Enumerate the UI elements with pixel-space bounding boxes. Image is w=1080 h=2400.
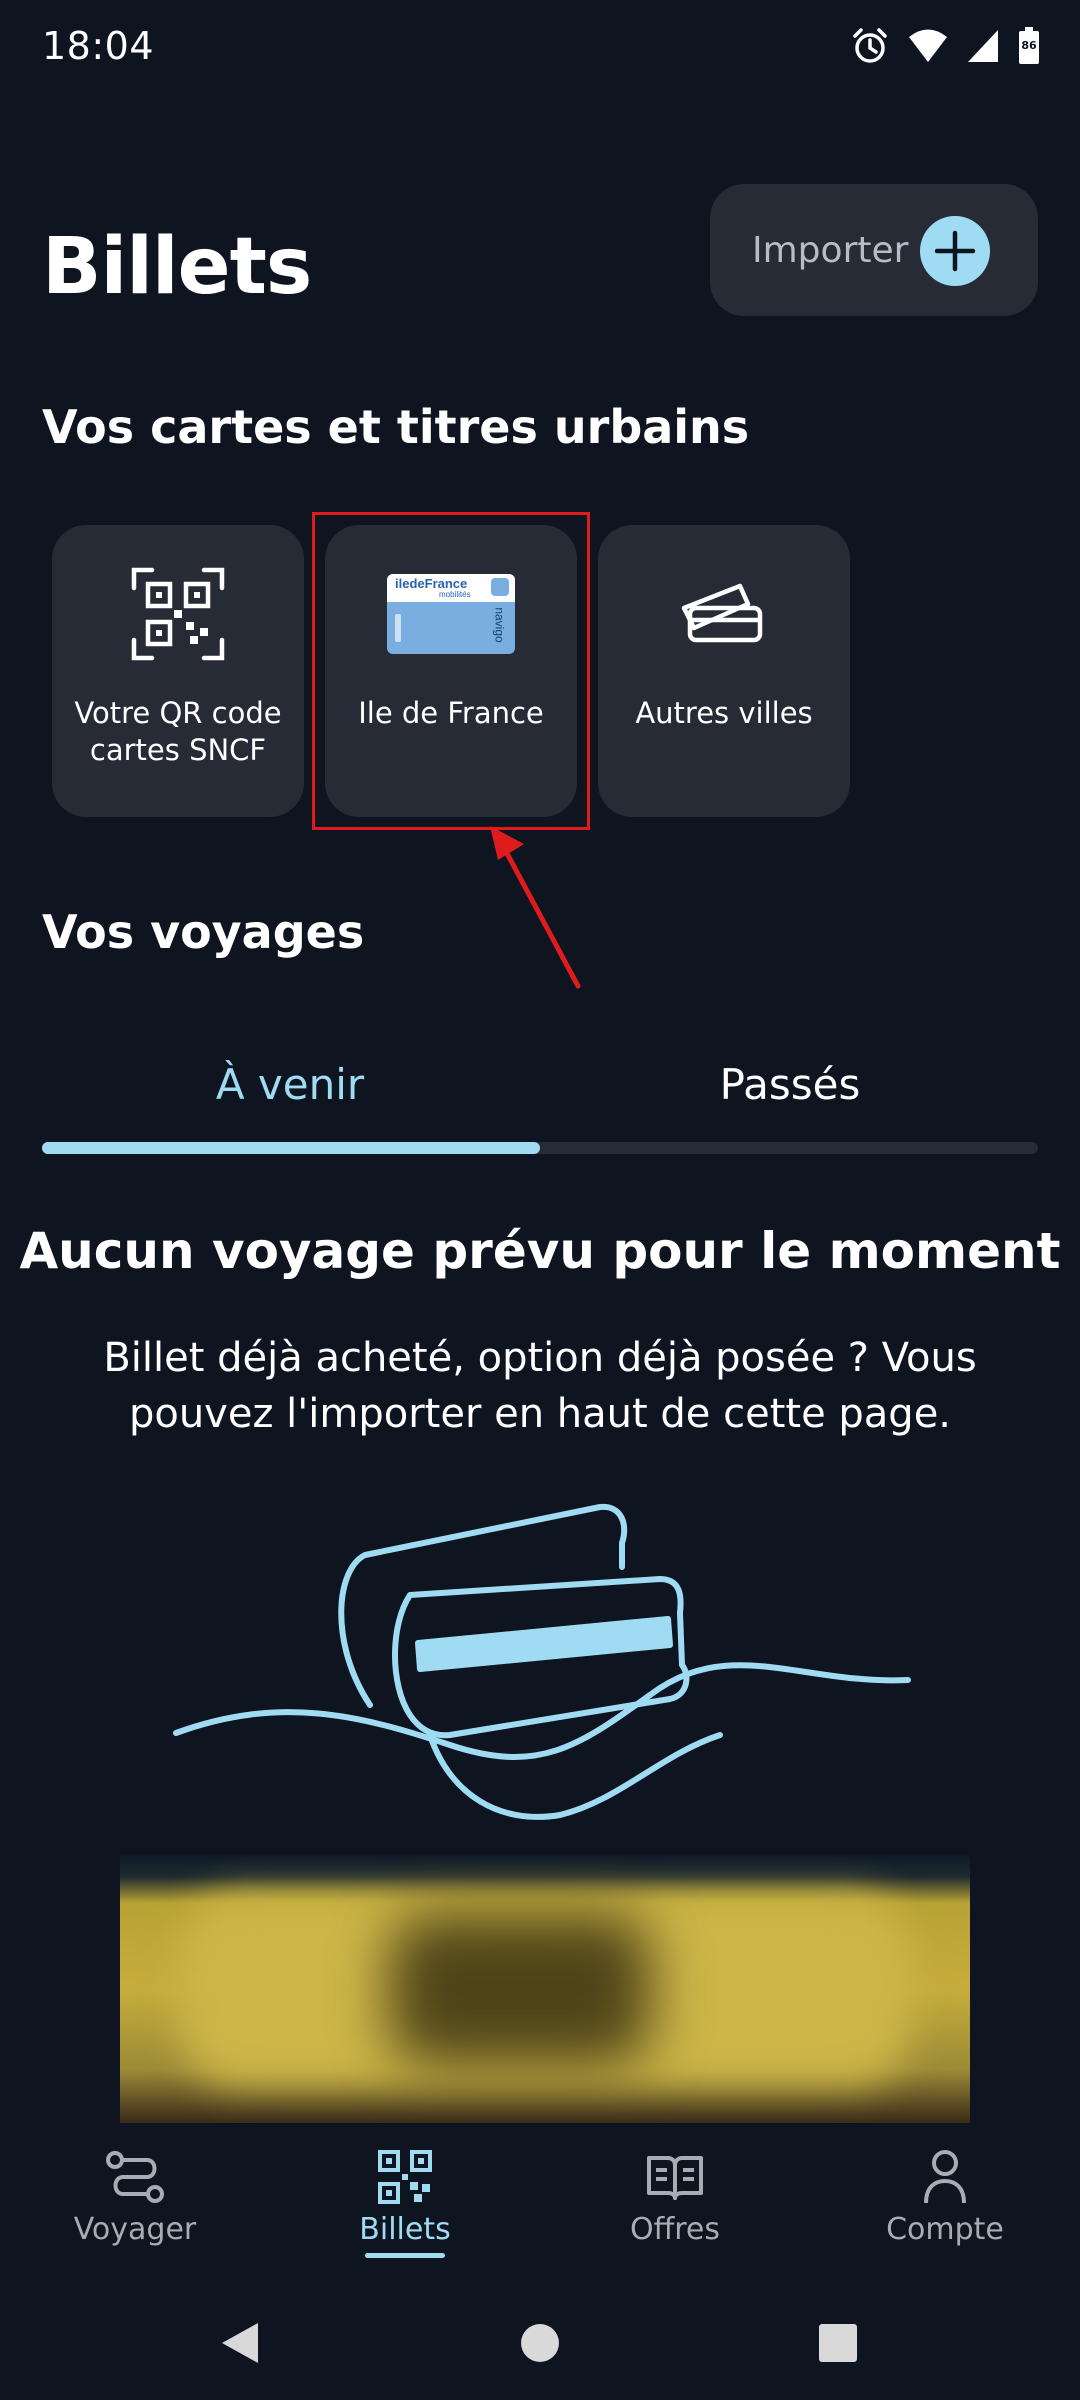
person-icon (913, 2148, 977, 2206)
plus-icon (920, 216, 990, 286)
signal-icon (968, 30, 998, 62)
route-icon (103, 2148, 167, 2206)
nav-active-underline (365, 2253, 445, 2258)
book-icon (643, 2148, 707, 2206)
nav-label: Voyager (73, 2212, 197, 2247)
voyages-section-title: Vos voyages (42, 905, 365, 959)
nav-voyager[interactable]: Voyager (0, 2148, 270, 2247)
tab-a-venir[interactable]: À venir (40, 1060, 540, 1109)
nav-label: Offres (629, 2212, 721, 2247)
system-back-button[interactable] (200, 2303, 280, 2383)
nav-label: Compte (886, 2212, 1004, 2247)
card-label: Votre QR code cartes SNCF (74, 696, 282, 767)
qr-code-icon (108, 559, 248, 669)
nav-label: Billets (359, 2212, 451, 2247)
cards-section-title: Vos cartes et titres urbains (42, 400, 750, 454)
status-icons: 86 (850, 26, 1040, 66)
alarm-icon (853, 28, 887, 63)
banner-blur-shape (390, 1915, 650, 2065)
annotation-arrow (490, 826, 581, 989)
nav-billets[interactable]: Billets (270, 2148, 540, 2258)
promo-banner[interactable] (120, 1855, 970, 2123)
card-label: Autres villes (635, 696, 813, 730)
system-home-button[interactable] (500, 2303, 580, 2383)
card-autres-villes[interactable]: Autres villes (598, 525, 850, 817)
battery-icon: 86 (1018, 27, 1040, 65)
status-time: 18:04 (42, 24, 155, 68)
tickets-icon (654, 559, 794, 669)
back-triangle-icon (222, 2323, 258, 2363)
battery-level: 86 (1021, 39, 1037, 52)
card-qr-sncf[interactable]: Votre QR code cartes SNCF (52, 525, 304, 817)
tab-indicator (42, 1142, 540, 1154)
empty-state-title: Aucun voyage prévu pour le moment (19, 1222, 1061, 1280)
qr-code-icon (373, 2148, 437, 2206)
nav-compte[interactable]: Compte (810, 2148, 1080, 2247)
tickets-illustration (173, 1503, 911, 1820)
tab-passes[interactable]: Passés (540, 1060, 1040, 1109)
wifi-icon (909, 29, 947, 62)
highlight-box (312, 512, 590, 830)
home-circle-icon (521, 2324, 559, 2362)
page-title: Billets (42, 222, 312, 312)
nav-offres[interactable]: Offres (540, 2148, 810, 2247)
recents-square-icon (819, 2324, 857, 2362)
import-button[interactable]: Importer (710, 184, 1038, 316)
import-label: Importer (752, 229, 909, 271)
system-recents-button[interactable] (798, 2303, 878, 2383)
empty-state-body: Billet déjà acheté, option déjà posée ? … (103, 1335, 977, 1437)
